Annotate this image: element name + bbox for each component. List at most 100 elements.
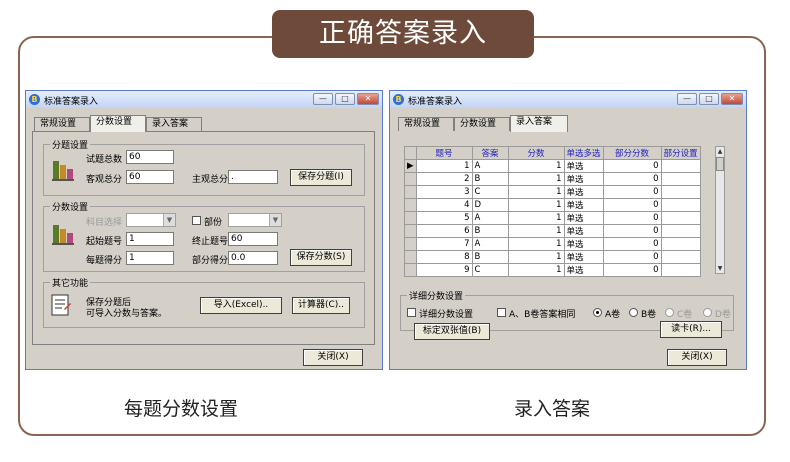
maximize-button[interactable]: □ [699, 93, 719, 105]
cell-partial-score[interactable]: 0 [602, 185, 662, 199]
cell-score[interactable]: 1 [507, 263, 565, 277]
cell-type[interactable]: 单选 [563, 172, 604, 186]
part-checkbox[interactable] [192, 216, 201, 225]
cell-number[interactable]: 7 [415, 237, 473, 251]
cell-score[interactable]: 1 [507, 224, 565, 238]
column-header[interactable]: 部分分数 [602, 146, 662, 160]
cell-number[interactable]: 2 [415, 172, 473, 186]
cell-number[interactable]: 8 [415, 250, 473, 264]
close-button[interactable]: 关闭(X) [303, 349, 363, 366]
cell-type[interactable]: 单选 [563, 185, 604, 199]
cell-number[interactable]: 9 [415, 263, 473, 277]
cell-type[interactable]: 单选 [563, 198, 604, 212]
column-header[interactable]: 答案 [471, 146, 509, 160]
cell-partial-setting[interactable] [660, 159, 701, 173]
cell-answer[interactable]: D [471, 198, 509, 212]
detail-score-checkbox[interactable] [407, 308, 416, 317]
tab-answers[interactable]: 录入答案 [510, 115, 568, 132]
column-header[interactable]: 部分设置 [660, 146, 701, 160]
radio-b[interactable] [629, 308, 638, 317]
tab-answers[interactable]: 录入答案 [146, 117, 202, 131]
cell-answer[interactable]: B [471, 250, 509, 264]
subject-select[interactable]: ▼ [126, 213, 176, 227]
table-row[interactable]: 6 B 1 单选 0 [404, 224, 701, 238]
save-topic-button[interactable]: 保存分题(I) [290, 169, 352, 186]
cell-partial-score[interactable]: 0 [602, 172, 662, 186]
cell-number[interactable]: 4 [415, 198, 473, 212]
minimize-button[interactable]: — [677, 93, 697, 105]
part-select[interactable]: ▼ [228, 213, 282, 227]
save-score-button[interactable]: 保存分数(S) [290, 249, 352, 266]
tab-score[interactable]: 分数设置 [454, 117, 510, 131]
cell-type[interactable]: 单选 [563, 237, 604, 251]
table-row[interactable]: 4 D 1 单选 0 [404, 198, 701, 212]
cell-answer[interactable]: C [471, 263, 509, 277]
cell-partial-setting[interactable] [660, 198, 701, 212]
cell-partial-setting[interactable] [660, 185, 701, 199]
table-row[interactable]: 9 C 1 单选 0 [404, 263, 701, 277]
fixed-value-button[interactable]: 标定双张值(B) [414, 323, 490, 340]
radio-a[interactable] [593, 308, 602, 317]
tab-score[interactable]: 分数设置 [90, 115, 146, 132]
minimize-button[interactable]: — [313, 93, 333, 105]
subjective-total-input[interactable]: . [228, 170, 278, 184]
scroll-up-icon[interactable]: ▲ [716, 147, 724, 156]
cell-partial-score[interactable]: 0 [602, 237, 662, 251]
cell-partial-score[interactable]: 0 [602, 159, 662, 173]
cell-partial-setting[interactable] [660, 211, 701, 225]
table-row[interactable]: 2 B 1 单选 0 [404, 172, 701, 186]
cell-type[interactable]: 单选 [563, 159, 604, 173]
cell-answer[interactable]: A [471, 159, 509, 173]
table-row[interactable]: 3 C 1 单选 0 [404, 185, 701, 199]
cell-score[interactable]: 1 [507, 237, 565, 251]
cell-answer[interactable]: C [471, 185, 509, 199]
cell-answer[interactable]: A [471, 237, 509, 251]
read-card-button[interactable]: 读卡(R)... [660, 321, 722, 338]
tab-general[interactable]: 常规设置 [34, 117, 90, 131]
scroll-thumb[interactable] [716, 157, 724, 171]
cell-number[interactable]: 5 [415, 211, 473, 225]
cell-score[interactable]: 1 [507, 198, 565, 212]
table-row[interactable]: ▶ 1 A 1 单选 0 [404, 159, 701, 173]
close-window-button[interactable]: ✕ [357, 93, 379, 105]
radio-c[interactable] [665, 308, 674, 317]
maximize-button[interactable]: □ [335, 93, 355, 105]
start-number-input[interactable]: 1 [126, 232, 174, 246]
cell-score[interactable]: 1 [507, 185, 565, 199]
objective-total-input[interactable]: 60 [126, 170, 174, 184]
cell-partial-setting[interactable] [660, 172, 701, 186]
end-number-input[interactable]: 60 [228, 232, 278, 246]
cell-type[interactable]: 单选 [563, 211, 604, 225]
cell-answer[interactable]: B [471, 224, 509, 238]
cell-number[interactable]: 3 [415, 185, 473, 199]
partial-score-input[interactable]: 0.0 [228, 251, 278, 265]
radio-d[interactable] [703, 308, 712, 317]
cell-type[interactable]: 单选 [563, 224, 604, 238]
cell-answer[interactable]: B [471, 172, 509, 186]
cell-partial-setting[interactable] [660, 237, 701, 251]
close-button[interactable]: 关闭(X) [667, 349, 727, 366]
cell-answer[interactable]: A [471, 211, 509, 225]
cell-type[interactable]: 单选 [563, 250, 604, 264]
cell-score[interactable]: 1 [507, 159, 565, 173]
cell-partial-score[interactable]: 0 [602, 263, 662, 277]
cell-partial-score[interactable]: 0 [602, 224, 662, 238]
cell-score[interactable]: 1 [507, 172, 565, 186]
table-row[interactable]: 5 A 1 单选 0 [404, 211, 701, 225]
table-row[interactable]: 8 B 1 单选 0 [404, 250, 701, 264]
cell-partial-setting[interactable] [660, 263, 701, 277]
tab-general[interactable]: 常规设置 [398, 117, 454, 131]
cell-partial-setting[interactable] [660, 224, 701, 238]
cell-partial-setting[interactable] [660, 250, 701, 264]
cell-partial-score[interactable]: 0 [602, 250, 662, 264]
column-header[interactable]: 单选多选 [563, 146, 604, 160]
column-header[interactable]: 题号 [415, 146, 473, 160]
cell-number[interactable]: 6 [415, 224, 473, 238]
cell-type[interactable]: 单选 [563, 263, 604, 277]
table-row[interactable]: 7 A 1 单选 0 [404, 237, 701, 251]
scroll-down-icon[interactable]: ▼ [716, 264, 724, 273]
close-window-button[interactable]: ✕ [721, 93, 743, 105]
import-excel-button[interactable]: 导入(Excel).. [200, 297, 282, 314]
cell-number[interactable]: 1 [415, 159, 473, 173]
ab-same-checkbox[interactable] [497, 308, 506, 317]
